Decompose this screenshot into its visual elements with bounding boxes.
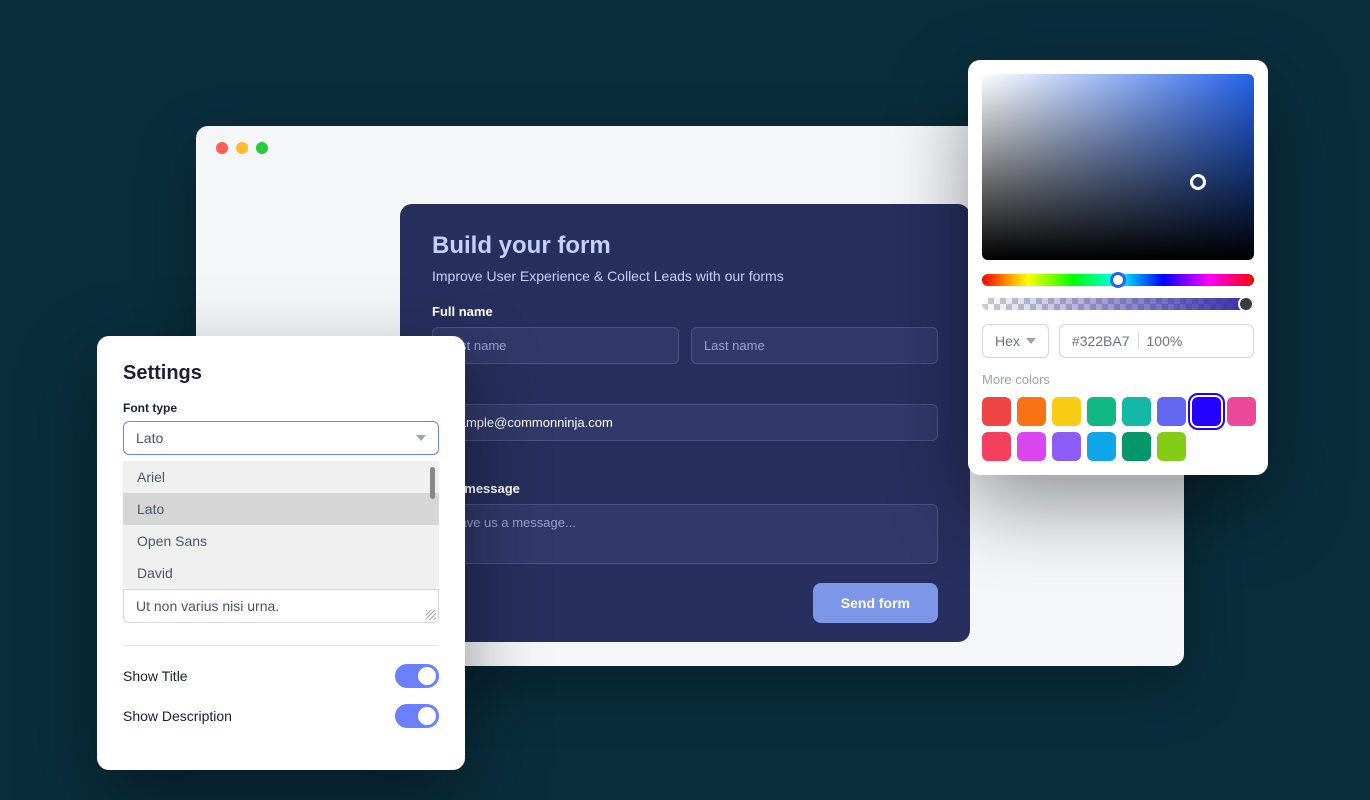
color-swatch-2[interactable] xyxy=(1052,397,1081,426)
form-title: Build your form xyxy=(432,232,938,260)
settings-panel: Settings Font type Lato Ariel Lato Open … xyxy=(97,336,465,770)
settings-title: Settings xyxy=(123,362,439,385)
message-textarea[interactable] xyxy=(432,504,938,564)
font-type-label: Font type xyxy=(123,401,439,415)
color-picker-panel: Hex #322BA7 100% More colors xyxy=(968,60,1268,475)
color-swatch-11[interactable] xyxy=(1087,432,1116,461)
color-mode-value: Hex xyxy=(995,333,1020,349)
fullname-label: Full name xyxy=(432,304,938,319)
color-swatch-7[interactable] xyxy=(1227,397,1256,426)
font-option-lato[interactable]: Lato xyxy=(123,493,439,525)
font-option-david[interactable]: David xyxy=(123,557,439,589)
saturation-lightness-area[interactable] xyxy=(982,74,1254,260)
color-swatch-9[interactable] xyxy=(1017,432,1046,461)
description-value: Ut non varius nisi urna. xyxy=(136,598,279,614)
show-description-row: Show Description xyxy=(123,704,439,728)
font-option-ariel[interactable]: Ariel xyxy=(123,461,439,493)
color-swatch-1[interactable] xyxy=(1017,397,1046,426)
firstname-input[interactable] xyxy=(432,327,679,364)
maximize-window-icon[interactable] xyxy=(256,142,268,154)
show-title-toggle[interactable] xyxy=(395,664,439,688)
color-mode-select[interactable]: Hex xyxy=(982,324,1049,358)
chevron-down-icon xyxy=(1026,338,1036,344)
alpha-fill xyxy=(982,298,1254,310)
show-description-toggle[interactable] xyxy=(395,704,439,728)
dropdown-scrollbar[interactable] xyxy=(430,467,435,499)
hue-thumb[interactable] xyxy=(1110,272,1126,288)
description-textarea[interactable]: Ut non varius nisi urna. xyxy=(123,589,439,623)
color-swatch-8[interactable] xyxy=(982,432,1011,461)
divider xyxy=(123,645,439,646)
show-title-label: Show Title xyxy=(123,668,188,684)
color-swatch-12[interactable] xyxy=(1122,432,1151,461)
alpha-thumb[interactable] xyxy=(1238,298,1254,310)
color-swatch-5[interactable] xyxy=(1157,397,1186,426)
close-window-icon[interactable] xyxy=(216,142,228,154)
color-swatch-6[interactable] xyxy=(1192,397,1221,426)
color-cursor[interactable] xyxy=(1190,174,1206,190)
font-option-opensans[interactable]: Open Sans xyxy=(123,525,439,557)
form-subtitle: Improve User Experience & Collect Leads … xyxy=(432,268,938,284)
divider xyxy=(1138,333,1139,349)
hex-input[interactable]: #322BA7 100% xyxy=(1059,324,1254,358)
chevron-down-icon xyxy=(416,435,426,441)
font-selected-value: Lato xyxy=(136,430,163,446)
hue-slider[interactable] xyxy=(982,274,1254,286)
email-input[interactable] xyxy=(432,404,938,441)
swatch-grid xyxy=(982,397,1254,461)
form-builder-card: Build your form Improve User Experience … xyxy=(400,204,970,642)
color-swatch-13[interactable] xyxy=(1157,432,1186,461)
show-title-row: Show Title xyxy=(123,664,439,688)
alpha-slider[interactable] xyxy=(982,298,1254,310)
more-colors-label: More colors xyxy=(982,372,1254,387)
lastname-input[interactable] xyxy=(691,327,938,364)
hex-value: #322BA7 xyxy=(1072,333,1130,349)
color-swatch-4[interactable] xyxy=(1122,397,1151,426)
resize-handle-icon[interactable] xyxy=(426,610,436,620)
minimize-window-icon[interactable] xyxy=(236,142,248,154)
show-description-label: Show Description xyxy=(123,708,232,724)
font-type-select[interactable]: Lato xyxy=(123,421,439,455)
font-dropdown: Ariel Lato Open Sans David xyxy=(123,461,439,589)
color-swatch-10[interactable] xyxy=(1052,432,1081,461)
alpha-value: 100% xyxy=(1147,333,1183,349)
send-form-button[interactable]: Send form xyxy=(813,583,938,623)
color-swatch-0[interactable] xyxy=(982,397,1011,426)
message-label: Your message xyxy=(432,481,938,496)
color-swatch-3[interactable] xyxy=(1087,397,1116,426)
